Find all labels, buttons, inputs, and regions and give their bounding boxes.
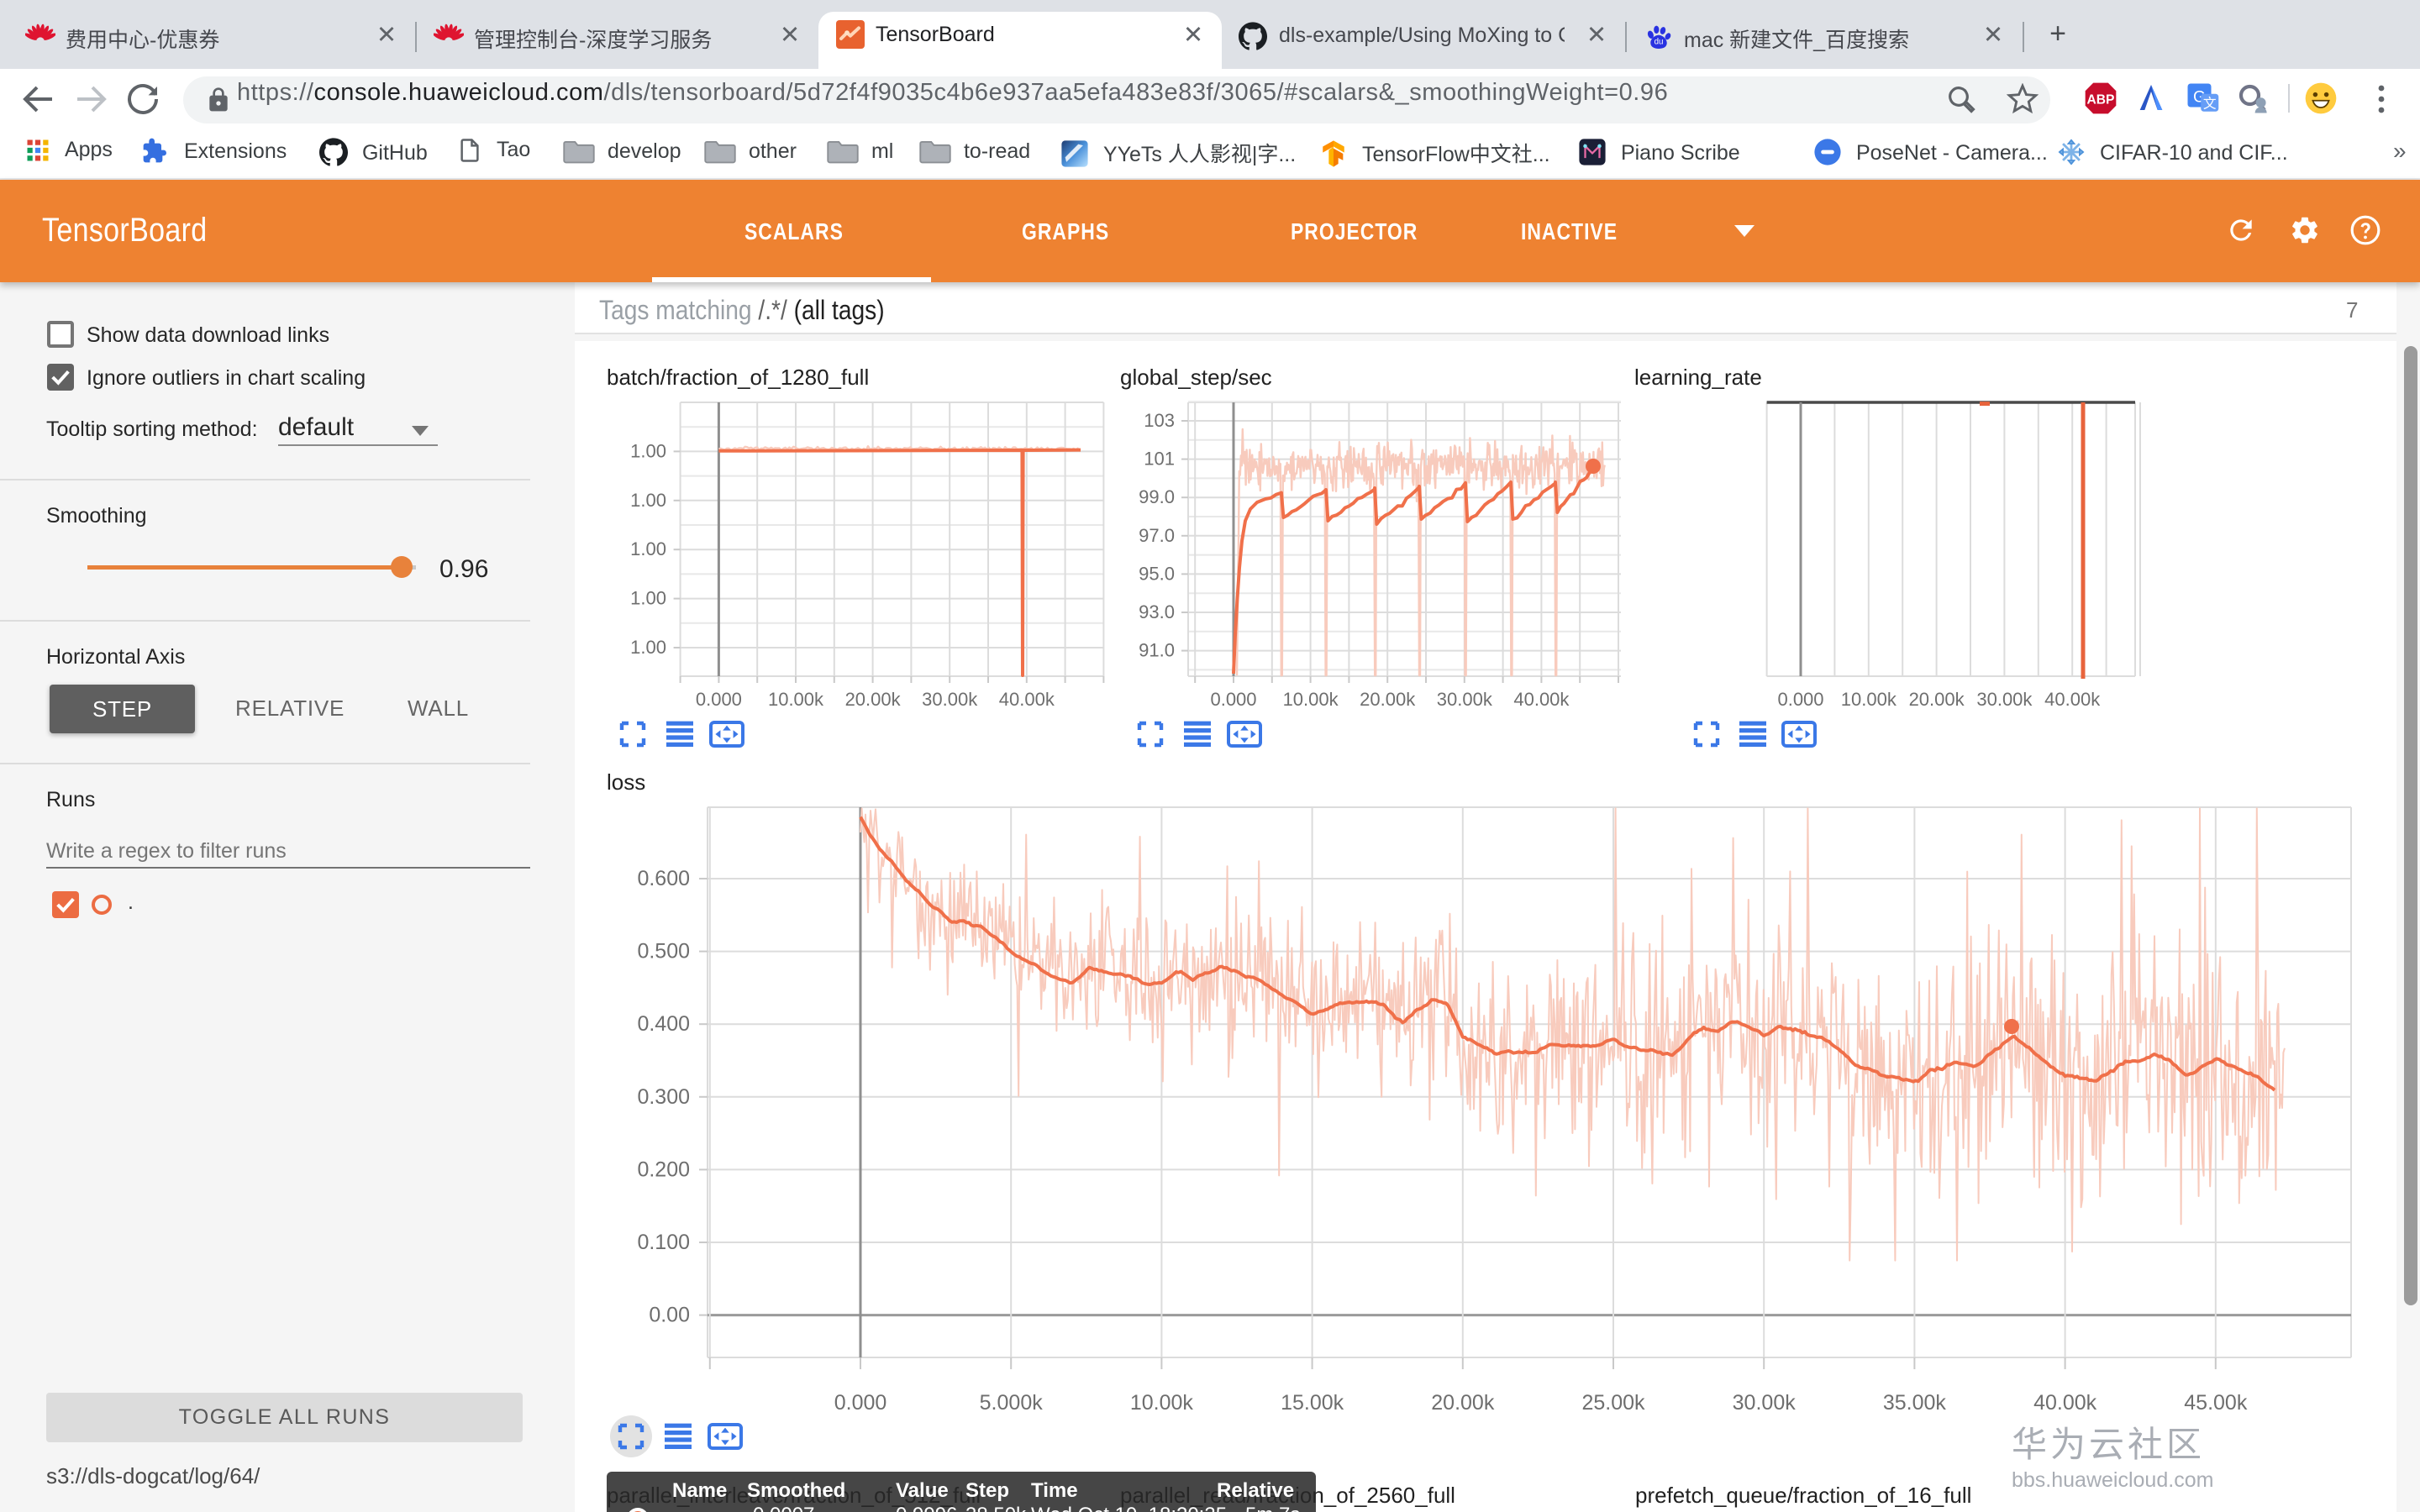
svg-text:30.00k: 30.00k: [1733, 1391, 1797, 1415]
svg-text:97.0: 97.0: [1139, 525, 1175, 546]
svg-text:95.0: 95.0: [1139, 563, 1175, 584]
svg-text:20.00k: 20.00k: [1360, 689, 1416, 710]
svg-text:25.00k: 25.00k: [1581, 1391, 1645, 1415]
svg-text:ABP: ABP: [2087, 92, 2115, 107]
svg-text:40.00k: 40.00k: [999, 689, 1055, 710]
svg-text:30.00k: 30.00k: [922, 689, 978, 710]
svg-text:0.100: 0.100: [637, 1231, 690, 1254]
svg-text:du: du: [1655, 37, 1664, 46]
svg-text:0.000: 0.000: [834, 1391, 887, 1415]
svg-text:1.00: 1.00: [630, 637, 666, 658]
svg-text:0.500: 0.500: [637, 940, 690, 963]
svg-text:10.00k: 10.00k: [1841, 689, 1897, 710]
svg-text:1.00: 1.00: [630, 588, 666, 609]
svg-text:10.00k: 10.00k: [1283, 689, 1339, 710]
svg-text:0.200: 0.200: [637, 1158, 690, 1181]
svg-text:1.00: 1.00: [630, 440, 666, 461]
svg-text:30.00k: 30.00k: [1437, 689, 1493, 710]
svg-text:文: 文: [2203, 96, 2217, 111]
svg-text:40.00k: 40.00k: [2044, 689, 2101, 710]
svg-text:10.00k: 10.00k: [1130, 1391, 1194, 1415]
svg-text:101: 101: [1144, 449, 1175, 470]
svg-text:10.00k: 10.00k: [768, 689, 824, 710]
svg-text:0.000: 0.000: [1777, 689, 1823, 710]
svg-text:40.00k: 40.00k: [2033, 1391, 2097, 1415]
svg-text:103: 103: [1144, 410, 1175, 431]
svg-text:batch/fraction_of_1280_full: batch/fraction_of_1280_full: [607, 365, 869, 390]
svg-text:40.00k: 40.00k: [1513, 689, 1570, 710]
svg-text:prefetch_queue/fraction_of_16_: prefetch_queue/fraction_of_16_full: [1635, 1483, 1971, 1508]
svg-text:20.00k: 20.00k: [1431, 1391, 1495, 1415]
svg-text:15.00k: 15.00k: [1281, 1391, 1344, 1415]
svg-text:35.00k: 35.00k: [1883, 1391, 1947, 1415]
svg-text:99.0: 99.0: [1139, 486, 1175, 507]
svg-text:1.00: 1.00: [630, 538, 666, 559]
svg-text:20.00k: 20.00k: [1909, 689, 1965, 710]
svg-text:1.00: 1.00: [630, 490, 666, 511]
svg-text:20.00k: 20.00k: [845, 689, 902, 710]
svg-text:0.000: 0.000: [1210, 689, 1256, 710]
svg-text:91.0: 91.0: [1139, 640, 1175, 661]
svg-text:0.300: 0.300: [637, 1085, 690, 1109]
svg-text:0.00: 0.00: [649, 1304, 690, 1327]
svg-text:0.600: 0.600: [637, 867, 690, 890]
svg-text:30.00k: 30.00k: [1976, 689, 2033, 710]
svg-text:loss: loss: [607, 769, 645, 795]
svg-text:0.400: 0.400: [637, 1012, 690, 1036]
svg-text:learning_rate: learning_rate: [1634, 365, 1762, 390]
svg-text:5.000k: 5.000k: [980, 1391, 1044, 1415]
svg-text:45.00k: 45.00k: [2184, 1391, 2248, 1415]
svg-text:global_step/sec: global_step/sec: [1120, 365, 1272, 390]
svg-text:0.000: 0.000: [696, 689, 742, 710]
svg-text:93.0: 93.0: [1139, 601, 1175, 622]
